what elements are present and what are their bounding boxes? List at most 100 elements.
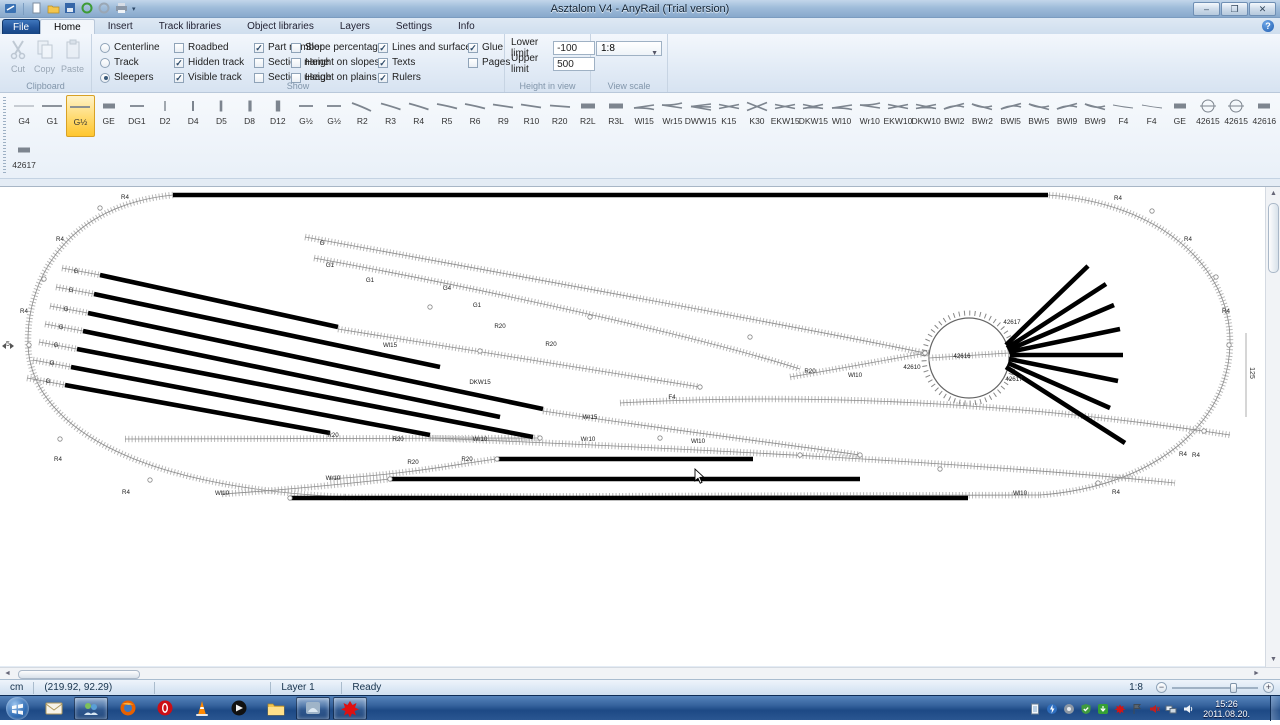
layout-canvas[interactable]: R4R4R4R4R4R4R4R4R4R4R4GGGGGGGGG1G1G4G1R2… xyxy=(0,186,1280,666)
radio-track[interactable]: Track xyxy=(100,55,160,70)
palette-item-42615[interactable]: 42615 xyxy=(1222,95,1250,137)
start-button[interactable] xyxy=(6,697,29,720)
palette-item-r3[interactable]: R3 xyxy=(376,95,404,137)
palette-item-g½[interactable]: G½ xyxy=(320,95,348,137)
download-icon[interactable] xyxy=(1097,703,1109,715)
lower-limit-input[interactable]: -100 xyxy=(553,41,595,55)
palette-item-bwl5[interactable]: BWl5 xyxy=(997,95,1025,137)
taskbar-app-messenger[interactable] xyxy=(74,697,108,720)
tab-object-libraries[interactable]: Object libraries xyxy=(234,19,327,34)
paste-button[interactable]: Paste xyxy=(61,39,84,74)
palette-item-g½[interactable]: G½ xyxy=(66,95,94,137)
update-icon[interactable] xyxy=(1063,703,1075,715)
checkbox-slope-percentages[interactable]: Slope percentages xyxy=(291,40,388,55)
vertical-scroll-thumb[interactable] xyxy=(1268,203,1279,273)
zoom-out-button[interactable]: − xyxy=(1156,682,1167,693)
layer-indicator[interactable]: Layer 1 xyxy=(271,682,341,693)
palette-item-g4[interactable]: G4 xyxy=(10,95,38,137)
checkbox-glue[interactable]: ✓Glue xyxy=(468,40,510,55)
help-icon[interactable]: ? xyxy=(1262,20,1274,32)
tab-file[interactable]: File xyxy=(2,19,40,34)
tab-layers[interactable]: Layers xyxy=(327,19,383,34)
checkbox-pages[interactable]: Pages xyxy=(468,55,510,70)
checkbox-roadbed[interactable]: Roadbed xyxy=(174,40,244,55)
taskbar-app-explorer[interactable] xyxy=(259,697,293,720)
palette-item-g½[interactable]: G½ xyxy=(292,95,320,137)
zoom-in-button[interactable]: + xyxy=(1263,682,1274,693)
palette-item-r5[interactable]: R5 xyxy=(433,95,461,137)
minimize-button[interactable]: – xyxy=(1193,2,1220,16)
palette-item-ge[interactable]: GE xyxy=(95,95,123,137)
view-scale-select[interactable]: 1:8 ▼ xyxy=(596,41,662,56)
zoom-slider-thumb[interactable] xyxy=(1230,683,1237,693)
palette-item-f4[interactable]: F4 xyxy=(1109,95,1137,137)
taskbar-app-viewer[interactable] xyxy=(296,697,330,720)
palette-item-ekw15[interactable]: EKW15 xyxy=(771,95,799,137)
checkbox-height-on-slopes[interactable]: Height on slopes xyxy=(291,55,388,70)
taskbar-app-mail[interactable] xyxy=(37,697,71,720)
app-tray-icon[interactable] xyxy=(1114,703,1126,715)
doc-icon[interactable] xyxy=(1029,703,1041,715)
checkbox-hidden-track[interactable]: ✓Hidden track xyxy=(174,55,244,70)
palette-item-r2l[interactable]: R2L xyxy=(574,95,602,137)
palette-item-d12[interactable]: D12 xyxy=(264,95,292,137)
cut-button[interactable]: Cut xyxy=(8,39,28,74)
shield-icon[interactable] xyxy=(1080,703,1092,715)
palette-item-bwr5[interactable]: BWr5 xyxy=(1025,95,1053,137)
palette-item-bwr9[interactable]: BWr9 xyxy=(1081,95,1109,137)
network-icon[interactable] xyxy=(1165,703,1177,715)
palette-item-d2[interactable]: D2 xyxy=(151,95,179,137)
palette-drag-handle[interactable] xyxy=(3,97,6,174)
tab-insert[interactable]: Insert xyxy=(95,19,146,34)
palette-item-dg1[interactable]: DG1 xyxy=(123,95,151,137)
radio-centerline[interactable]: Centerline xyxy=(100,40,160,55)
power-icon[interactable] xyxy=(1046,703,1058,715)
palette-item-r6[interactable]: R6 xyxy=(461,95,489,137)
palette-item-r9[interactable]: R9 xyxy=(489,95,517,137)
palette-item-d4[interactable]: D4 xyxy=(179,95,207,137)
palette-item-g1[interactable]: G1 xyxy=(38,95,66,137)
volume-alert-icon[interactable] xyxy=(1148,703,1160,715)
palette-item-bwl2[interactable]: BWl2 xyxy=(940,95,968,137)
flag-icon[interactable] xyxy=(1131,703,1143,715)
tab-track-libraries[interactable]: Track libraries xyxy=(146,19,234,34)
show-desktop-button[interactable] xyxy=(1270,696,1280,721)
checkbox-lines-and-surfaces[interactable]: ✓Lines and surfaces xyxy=(378,40,476,55)
palette-item-ge[interactable]: GE xyxy=(1166,95,1194,137)
taskbar-app-vlc[interactable] xyxy=(185,697,219,720)
palette-item-r20[interactable]: R20 xyxy=(546,95,574,137)
palette-item-wr10[interactable]: Wr10 xyxy=(856,95,884,137)
tab-settings[interactable]: Settings xyxy=(383,19,445,34)
palette-item-f4[interactable]: F4 xyxy=(1138,95,1166,137)
scroll-down-icon[interactable]: ▼ xyxy=(1266,653,1280,667)
palette-item-dww15[interactable]: DWW15 xyxy=(687,95,715,137)
palette-item-d8[interactable]: D8 xyxy=(236,95,264,137)
clock[interactable]: 15:262011.08.20. xyxy=(1203,699,1250,719)
palette-item-ekw10[interactable]: EKW10 xyxy=(884,95,912,137)
palette-item-bwr2[interactable]: BWr2 xyxy=(968,95,996,137)
taskbar-app-firefox[interactable] xyxy=(111,697,145,720)
palette-item-bwl9[interactable]: BWl9 xyxy=(1053,95,1081,137)
restore-button[interactable]: ❐ xyxy=(1221,2,1248,16)
palette-item-42617[interactable]: 42617 xyxy=(10,139,38,181)
palette-item-k30[interactable]: K30 xyxy=(743,95,771,137)
palette-item-r2[interactable]: R2 xyxy=(348,95,376,137)
taskbar-app-aimp[interactable] xyxy=(222,697,256,720)
copy-button[interactable]: Copy xyxy=(34,39,55,74)
palette-item-42616[interactable]: 42616 xyxy=(1250,95,1278,137)
palette-item-r4[interactable]: R4 xyxy=(405,95,433,137)
palette-item-wl15[interactable]: Wl15 xyxy=(630,95,658,137)
palette-item-r3l[interactable]: R3L xyxy=(602,95,630,137)
close-button[interactable]: ✕ xyxy=(1249,2,1276,16)
upper-limit-input[interactable]: 500 xyxy=(553,57,595,71)
palette-item-r10[interactable]: R10 xyxy=(517,95,545,137)
palette-item-wr15[interactable]: Wr15 xyxy=(658,95,686,137)
scroll-up-icon[interactable]: ▲ xyxy=(1266,187,1280,201)
tab-home[interactable]: Home xyxy=(40,19,95,34)
taskbar-app-anyrail[interactable] xyxy=(333,697,367,720)
palette-item-dkw15[interactable]: DKW15 xyxy=(799,95,827,137)
tab-info[interactable]: Info xyxy=(445,19,488,34)
palette-item-k15[interactable]: K15 xyxy=(715,95,743,137)
zoom-slider[interactable] xyxy=(1172,687,1258,689)
volume-icon[interactable] xyxy=(1182,703,1194,715)
